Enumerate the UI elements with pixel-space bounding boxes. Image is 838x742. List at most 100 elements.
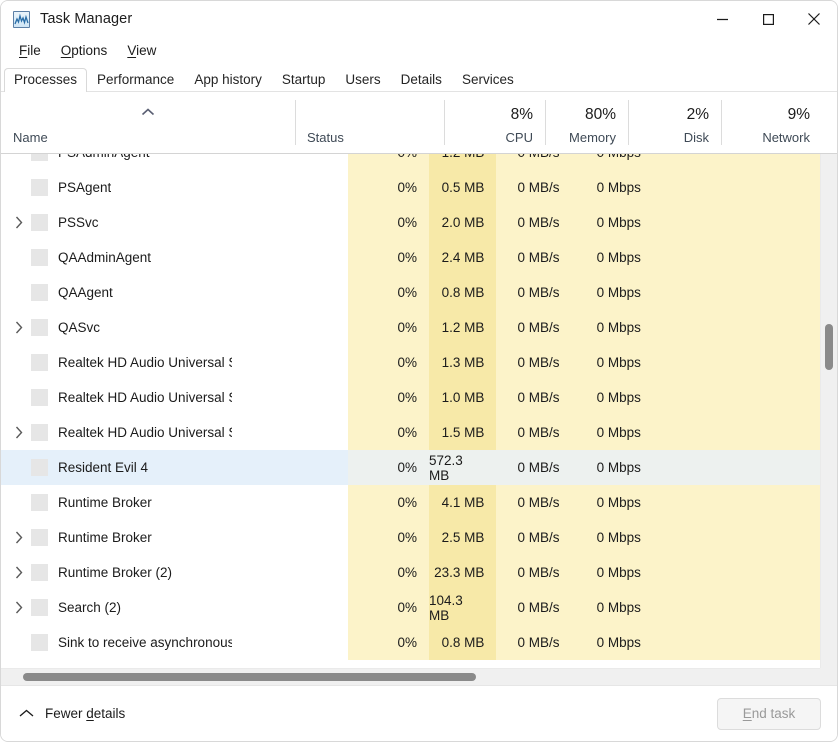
process-rows: PSAdminAgent0%1.2 MB0 MB/s0 MbpsPSAgent 0… — [1, 154, 820, 660]
process-name-cell: Runtime Broker (2) — [1, 555, 232, 590]
process-status-cell — [232, 625, 348, 660]
tab-processes[interactable]: Processes — [4, 68, 87, 92]
process-disk-cell: 0 MB/s — [496, 450, 571, 485]
process-status-cell — [232, 170, 348, 205]
tab-app-history[interactable]: App history — [184, 68, 272, 92]
table-row[interactable]: Runtime Broker (2)0%23.3 MB0 MB/s0 Mbps — [1, 555, 820, 590]
table-row[interactable]: QAAdminAgent0%2.4 MB0 MB/s0 Mbps — [1, 240, 820, 275]
process-memory-cell: 2.4 MB — [429, 240, 496, 275]
process-name-label: Realtek HD Audio Universal Ser… — [58, 355, 232, 370]
process-row-filler — [653, 520, 820, 555]
column-header-name[interactable]: Name — [1, 92, 295, 153]
status-bar: Fewer details End task — [1, 685, 837, 741]
table-row[interactable]: Realtek HD Audio Universal Ser…0%1.3 MB0… — [1, 345, 820, 380]
table-row[interactable]: Realtek HD Audio Universal Ser…0%1.0 MB0… — [1, 380, 820, 415]
process-icon — [31, 564, 48, 581]
process-cpu-cell: 0% — [348, 275, 429, 310]
table-row[interactable]: Sink to receive asynchronous cal0%0.8 MB… — [1, 625, 820, 660]
expand-chevron-icon[interactable] — [7, 426, 31, 439]
process-network-cell: 0 Mbps — [572, 520, 653, 555]
process-cpu-cell: 0% — [348, 170, 429, 205]
expand-chevron-icon[interactable] — [7, 601, 31, 614]
column-header-disk[interactable]: 2% Disk — [628, 92, 721, 153]
process-disk-cell: 0 MB/s — [496, 310, 571, 345]
disk-total-percent: 2% — [687, 107, 709, 123]
fewer-details-button[interactable]: Fewer details — [19, 706, 125, 721]
process-disk-cell: 0 MB/s — [496, 590, 571, 625]
close-button[interactable] — [791, 1, 837, 37]
tab-bar: Processes Performance App history Startu… — [1, 64, 837, 92]
process-memory-cell: 0.5 MB — [429, 170, 496, 205]
process-name-label: Realtek HD Audio Universal Ser… — [58, 425, 232, 440]
process-name-label: PSSvc — [58, 215, 99, 230]
table-row[interactable]: Runtime Broker0%2.5 MB0 MB/s0 Mbps — [1, 520, 820, 555]
table-row[interactable]: Runtime Broker0%4.1 MB0 MB/s0 Mbps — [1, 485, 820, 520]
menu-options[interactable]: Options — [53, 40, 116, 61]
expand-chevron-icon[interactable] — [7, 531, 31, 544]
process-disk-cell: 0 MB/s — [496, 380, 571, 415]
process-name-label: Sink to receive asynchronous cal — [58, 635, 232, 650]
process-cpu-cell: 0% — [348, 415, 429, 450]
column-header-cpu[interactable]: 8% CPU — [444, 92, 545, 153]
menu-view[interactable]: View — [119, 40, 164, 61]
expand-chevron-icon[interactable] — [7, 321, 31, 334]
table-row[interactable]: QAAgent0%0.8 MB0 MB/s0 Mbps — [1, 275, 820, 310]
process-name-cell: Realtek HD Audio Universal Ser… — [1, 415, 232, 450]
horizontal-scrollbar-thumb[interactable] — [23, 673, 476, 681]
column-header-row: Name Status 8% CPU 80% Memory 2% Disk 9%… — [1, 92, 837, 154]
process-name-cell: Runtime Broker — [1, 520, 232, 555]
process-cpu-cell: 0% — [348, 555, 429, 590]
process-icon — [31, 214, 48, 231]
end-task-button[interactable]: End task — [717, 698, 821, 730]
process-name-cell: PSAgent — [1, 170, 232, 205]
process-network-cell: 0 Mbps — [572, 205, 653, 240]
process-name-cell: Realtek HD Audio Universal Ser… — [1, 345, 232, 380]
process-name-label: Search (2) — [58, 600, 121, 615]
vertical-scrollbar[interactable] — [820, 154, 837, 668]
table-row[interactable]: Realtek HD Audio Universal Ser…0%1.5 MB0… — [1, 415, 820, 450]
table-row[interactable]: PSAdminAgent0%1.2 MB0 MB/s0 Mbps — [1, 154, 820, 170]
process-name-label: QASvc — [58, 320, 100, 335]
menu-bar: File Options View — [1, 37, 837, 64]
expand-chevron-icon[interactable] — [7, 566, 31, 579]
table-row[interactable]: Search (2)0%104.3 MB0 MB/s0 Mbps — [1, 590, 820, 625]
process-status-cell — [232, 555, 348, 590]
process-icon — [31, 529, 48, 546]
tab-startup[interactable]: Startup — [272, 68, 336, 92]
tab-services[interactable]: Services — [452, 68, 524, 92]
process-disk-cell: 0 MB/s — [496, 485, 571, 520]
menu-file[interactable]: File — [11, 40, 49, 61]
process-memory-cell: 4.1 MB — [429, 485, 496, 520]
process-row-filler — [653, 275, 820, 310]
process-icon — [31, 354, 48, 371]
process-network-cell: 0 Mbps — [572, 310, 653, 345]
vertical-scrollbar-thumb[interactable] — [825, 324, 833, 370]
end-task-label: End task — [743, 706, 796, 721]
tab-performance[interactable]: Performance — [87, 68, 184, 92]
table-row[interactable]: PSAgent0%0.5 MB0 MB/s0 Mbps — [1, 170, 820, 205]
process-name-cell: Search (2) — [1, 590, 232, 625]
process-cpu-cell: 0% — [348, 485, 429, 520]
column-header-network[interactable]: 9% Network — [721, 92, 822, 153]
column-header-status[interactable]: Status — [295, 92, 444, 153]
window-controls — [699, 1, 837, 37]
table-row[interactable]: PSSvc0%2.0 MB0 MB/s0 Mbps — [1, 205, 820, 240]
process-name-label: Runtime Broker (2) — [58, 565, 172, 580]
expand-chevron-icon[interactable] — [7, 216, 31, 229]
horizontal-scrollbar[interactable] — [1, 668, 837, 685]
table-row[interactable]: QASvc0%1.2 MB0 MB/s0 Mbps — [1, 310, 820, 345]
column-header-memory-label: Memory — [569, 131, 616, 144]
process-memory-cell: 572.3 MB — [429, 450, 496, 485]
process-disk-cell: 0 MB/s — [496, 205, 571, 240]
process-disk-cell: 0 MB/s — [496, 625, 571, 660]
table-row[interactable]: Resident Evil 40%572.3 MB0 MB/s0 Mbps — [1, 450, 820, 485]
minimize-button[interactable] — [699, 1, 745, 37]
process-network-cell: 0 Mbps — [572, 170, 653, 205]
process-cpu-cell: 0% — [348, 450, 429, 485]
process-name-cell: Realtek HD Audio Universal Ser… — [1, 380, 232, 415]
column-header-memory[interactable]: 80% Memory — [545, 92, 628, 153]
maximize-button[interactable] — [745, 1, 791, 37]
tab-users[interactable]: Users — [335, 68, 390, 92]
process-memory-cell: 104.3 MB — [429, 590, 496, 625]
tab-details[interactable]: Details — [391, 68, 452, 92]
